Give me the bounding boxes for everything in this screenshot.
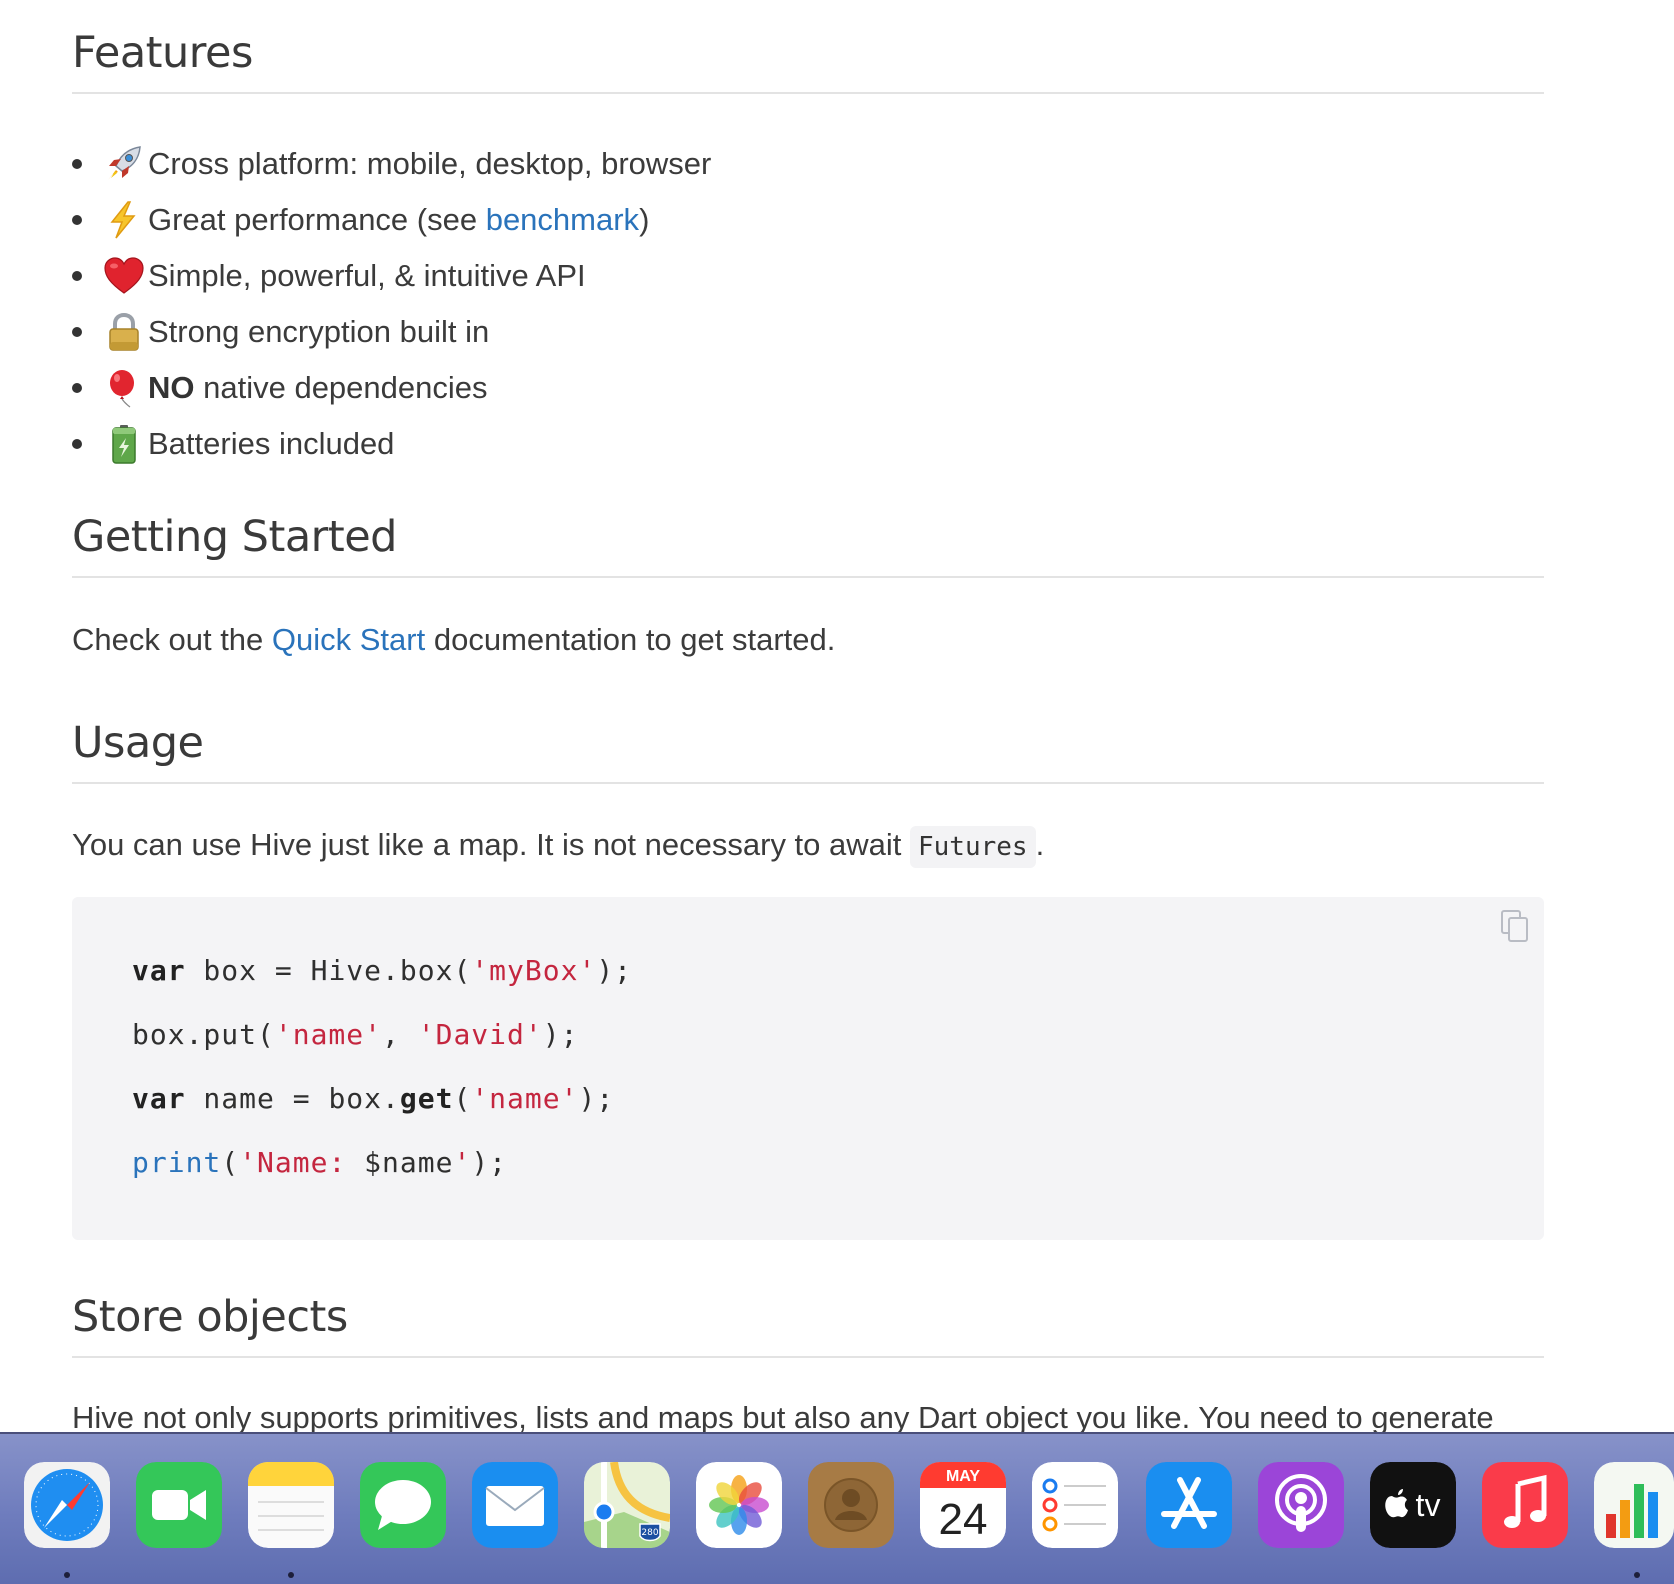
dock-app-facetime[interactable] xyxy=(136,1462,222,1548)
dock-app-calendar[interactable]: MAY 24 xyxy=(920,1462,1006,1548)
store-objects-heading: Store objects xyxy=(72,1292,1544,1358)
reminders-icon xyxy=(1032,1462,1118,1548)
feature-text-end: ) xyxy=(639,202,650,237)
running-indicator xyxy=(1634,1572,1640,1578)
store-objects-text: Hive not only supports primitives, lists… xyxy=(72,1400,1494,1435)
list-item: Simple, powerful, & intuitive API xyxy=(71,248,711,304)
svg-text:tv: tv xyxy=(1416,1487,1441,1523)
dock-app-podcasts[interactable] xyxy=(1258,1462,1344,1548)
feature-text: Batteries included xyxy=(148,426,395,461)
svg-text:MAY: MAY xyxy=(946,1468,980,1485)
features-heading: Features xyxy=(72,28,1544,94)
lightning-icon xyxy=(110,201,136,239)
list-item: Batteries included xyxy=(71,416,711,472)
features-list: Cross platform: mobile, desktop, browser… xyxy=(71,136,712,472)
photos-icon xyxy=(696,1462,782,1548)
code-line: box.put('name', 'David'); xyxy=(132,1018,579,1051)
dock-app-safari[interactable] xyxy=(24,1462,110,1548)
usage-heading: Usage xyxy=(72,718,1544,784)
running-indicator xyxy=(288,1572,294,1578)
tv-icon: tv xyxy=(1370,1462,1456,1548)
list-item: Cross platform: mobile, desktop, browser xyxy=(71,136,712,192)
maps-icon: 280 xyxy=(584,1462,670,1548)
feature-text: native dependencies xyxy=(194,370,488,405)
list-item: Great performance (see benchmark) xyxy=(71,192,711,248)
dock-app-mail[interactable] xyxy=(472,1462,558,1548)
code-line: print('Name: $name'); xyxy=(132,1146,508,1179)
code-block: var box = Hive.box('myBox'); box.put('na… xyxy=(72,897,1544,1240)
heart-icon xyxy=(104,257,144,294)
dock-app-messages[interactable] xyxy=(360,1462,446,1548)
dock-app-app-store[interactable] xyxy=(1146,1462,1232,1548)
rocket-icon xyxy=(108,146,141,180)
getting-started-heading: Getting Started xyxy=(72,512,1544,578)
messages-icon xyxy=(360,1462,446,1548)
svg-text:280: 280 xyxy=(641,1528,658,1538)
app-store-icon xyxy=(1146,1462,1232,1548)
lock-icon xyxy=(109,312,139,351)
calendar-icon: MAY 24 xyxy=(920,1462,1006,1548)
quick-start-link[interactable]: Quick Start xyxy=(272,622,425,657)
no-bold: NO xyxy=(148,370,195,405)
contacts-icon xyxy=(808,1462,894,1548)
feature-text: Simple, powerful, & intuitive API xyxy=(148,258,586,293)
feature-text: Strong encryption built in xyxy=(148,314,490,349)
safari-icon xyxy=(24,1462,110,1548)
dock-app-maps[interactable]: 280 xyxy=(584,1462,670,1548)
dock-app-notes[interactable] xyxy=(248,1462,334,1548)
dock: 280 MAY 24 tv xyxy=(0,1432,1674,1584)
battery-icon xyxy=(112,425,136,464)
code-line: var box = Hive.box('myBox'); xyxy=(132,954,633,987)
dock-app-reminders[interactable] xyxy=(1032,1462,1118,1548)
usage-text: You can use Hive just like a map. It is … xyxy=(72,826,1044,868)
code-line: var name = box.get('name'); xyxy=(132,1082,615,1115)
mail-icon xyxy=(472,1462,558,1548)
list-item: NO native dependencies xyxy=(71,360,711,416)
svg-text:24: 24 xyxy=(939,1495,988,1544)
copy-icon[interactable] xyxy=(1500,909,1530,943)
list-item: Strong encryption built in xyxy=(71,304,711,360)
facetime-icon xyxy=(136,1462,222,1548)
music-icon xyxy=(1482,1462,1568,1548)
numbers-icon xyxy=(1594,1462,1674,1548)
dock-app-numbers[interactable] xyxy=(1594,1462,1674,1548)
inline-code: Futures xyxy=(910,826,1036,868)
notes-icon xyxy=(248,1462,334,1548)
dock-app-photos[interactable] xyxy=(696,1462,782,1548)
podcasts-icon xyxy=(1258,1462,1344,1548)
dock-app-tv[interactable]: tv xyxy=(1370,1462,1456,1548)
benchmark-link[interactable]: benchmark xyxy=(486,202,639,237)
dock-app-contacts[interactable] xyxy=(808,1462,894,1548)
running-indicator xyxy=(64,1572,70,1578)
balloon-icon xyxy=(110,370,134,408)
feature-text: Great performance (see xyxy=(148,202,486,237)
getting-started-text: Check out the Quick Start documentation … xyxy=(72,622,836,657)
dock-app-music[interactable] xyxy=(1482,1462,1568,1548)
feature-text: Cross platform: mobile, desktop, browser xyxy=(148,146,712,181)
